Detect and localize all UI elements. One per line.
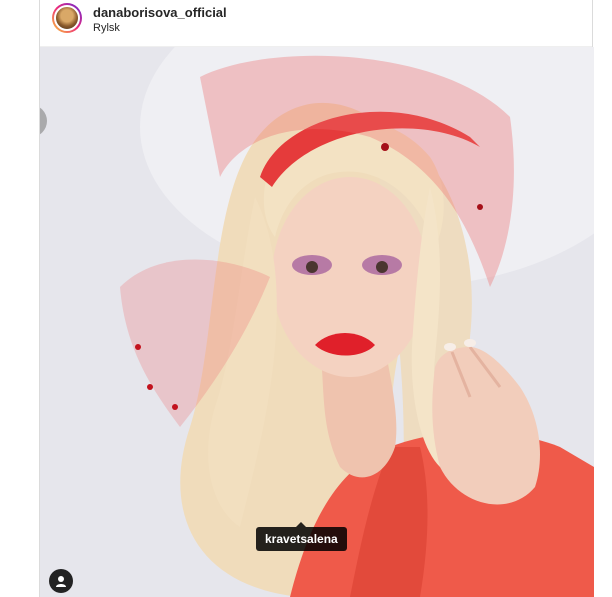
photo-illustration (40, 47, 594, 597)
username-link[interactable]: danaborisova_official (93, 5, 227, 20)
post-photo[interactable]: kravetsalena (40, 47, 594, 597)
avatar-image (54, 5, 80, 31)
user-tag-label[interactable]: kravetsalena (256, 522, 347, 551)
location-link[interactable]: Rylsk (93, 22, 120, 34)
profile-avatar[interactable] (52, 3, 82, 33)
user-icon[interactable] (49, 569, 73, 593)
instagram-post: danaborisova_official Rylsk kravetsalena (39, 0, 594, 597)
user-icon-glyph (56, 576, 66, 587)
post-header: danaborisova_official Rylsk (40, 0, 592, 47)
